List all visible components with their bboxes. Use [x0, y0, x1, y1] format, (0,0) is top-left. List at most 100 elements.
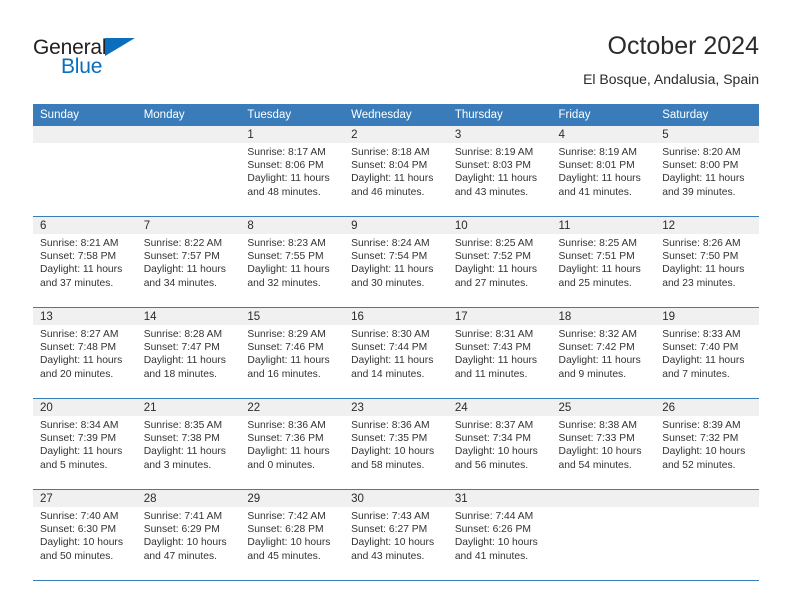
calendar-day-cell[interactable]: 29 Sunrise: 7:42 AM Sunset: 6:28 PM Dayligh… — [240, 489, 345, 581]
day-number: 3 — [447, 126, 552, 143]
day-number — [33, 126, 137, 143]
sunset-time: Sunset: 7:39 PM — [40, 433, 117, 445]
day-number: 29 — [240, 490, 345, 507]
day-number: 20 — [33, 399, 137, 416]
day-number: 31 — [447, 490, 552, 507]
day-number: 15 — [240, 308, 345, 325]
sunset-time: Sunset: 7:40 PM — [662, 342, 739, 354]
calendar-day-cell[interactable]: 15 Sunrise: 8:29 AM Sunset: 7:46 PM Dayligh… — [240, 307, 345, 399]
day-number: 5 — [655, 126, 759, 143]
calendar-day-cell[interactable]: 26 Sunrise: 8:39 AM Sunset: 7:32 PM Dayligh… — [655, 398, 759, 490]
sunrise-time: Sunrise: 8:28 AM — [143, 329, 223, 340]
sunset-time: Sunset: 6:28 PM — [247, 524, 324, 536]
daylight-duration-line2: and 41 minutes. — [558, 186, 632, 198]
calendar-day-cell[interactable]: 14 Sunrise: 8:28 AM Sunset: 7:47 PM Dayligh… — [136, 307, 241, 399]
sunset-time: Sunset: 8:01 PM — [558, 160, 635, 172]
daylight-duration-line1: Daylight: 10 hours — [454, 446, 538, 458]
daylight-duration-line1: Daylight: 11 hours — [351, 264, 434, 276]
sunrise-time: Sunrise: 8:36 AM — [247, 420, 326, 431]
sunset-time: Sunset: 7:51 PM — [558, 251, 635, 263]
calendar-day-cell[interactable]: 18 Sunrise: 8:32 AM Sunset: 7:42 PM Dayligh… — [551, 307, 656, 399]
day-number: 11 — [551, 217, 656, 234]
sunrise-time: Sunrise: 7:41 AM — [143, 511, 223, 522]
calendar-day-cell[interactable]: 16 Sunrise: 8:30 AM Sunset: 7:44 PM Dayligh… — [344, 307, 448, 399]
daylight-duration-line2: and 11 minutes. — [454, 368, 528, 380]
day-sun-info: Sunrise: 8:24 AM Sunset: 7:54 PM Daylight:… — [344, 234, 448, 290]
calendar-empty-cell — [655, 489, 759, 581]
day-number: 27 — [33, 490, 137, 507]
sunset-time: Sunset: 6:27 PM — [351, 524, 428, 536]
calendar-day-cell[interactable]: 10 Sunrise: 8:25 AM Sunset: 7:52 PM Dayligh… — [447, 216, 552, 308]
day-sun-info: Sunrise: 7:41 AM Sunset: 6:29 PM Daylight:… — [137, 507, 241, 563]
calendar-empty-cell — [33, 126, 137, 217]
day-number: 6 — [33, 217, 137, 234]
day-number: 18 — [551, 308, 656, 325]
calendar-day-cell[interactable]: 21 Sunrise: 8:35 AM Sunset: 7:38 PM Dayligh… — [136, 398, 241, 490]
sunset-time: Sunset: 8:06 PM — [247, 160, 324, 172]
sunset-time: Sunset: 7:32 PM — [662, 433, 739, 445]
calendar-day-cell[interactable]: 1 Sunrise: 8:17 AM Sunset: 8:06 PM Daylight… — [240, 126, 345, 217]
calendar-day-cell[interactable]: 9 Sunrise: 8:24 AM Sunset: 7:54 PM Daylight… — [344, 216, 448, 308]
sunrise-time: Sunrise: 8:39 AM — [662, 420, 741, 431]
sunset-time: Sunset: 6:30 PM — [40, 524, 117, 536]
calendar-day-cell[interactable]: 31 Sunrise: 7:44 AM Sunset: 6:26 PM Dayligh… — [447, 489, 552, 581]
calendar-day-cell[interactable]: 12 Sunrise: 8:26 AM Sunset: 7:50 PM Dayligh… — [655, 216, 759, 308]
calendar-day-cell[interactable]: 11 Sunrise: 8:25 AM Sunset: 7:51 PM Dayligh… — [551, 216, 656, 308]
calendar-week-row: 6 Sunrise: 8:21 AM Sunset: 7:58 PM Daylight… — [33, 216, 759, 308]
daylight-duration-line1: Daylight: 11 hours — [454, 264, 538, 276]
day-sun-info: Sunrise: 8:37 AM Sunset: 7:34 PM Daylight:… — [448, 416, 552, 472]
daylight-duration-line2: and 30 minutes. — [351, 277, 425, 289]
daylight-duration-line2: and 5 minutes. — [40, 459, 108, 471]
calendar-day-cell[interactable]: 30 Sunrise: 7:43 AM Sunset: 6:27 PM Dayligh… — [344, 489, 448, 581]
day-number: 2 — [344, 126, 448, 143]
weekday-header-friday: Friday — [551, 104, 656, 126]
calendar-week-row: 20 Sunrise: 8:34 AM Sunset: 7:39 PM Dayligh… — [33, 398, 759, 490]
daylight-duration-line2: and 43 minutes. — [351, 550, 425, 562]
day-sun-info: Sunrise: 8:18 AM Sunset: 8:04 PM Daylight:… — [344, 143, 448, 199]
brand-triangle-icon — [105, 38, 135, 56]
sunrise-time: Sunrise: 7:42 AM — [247, 511, 326, 522]
calendar-day-cell[interactable]: 24 Sunrise: 8:37 AM Sunset: 7:34 PM Dayligh… — [447, 398, 552, 490]
day-number: 30 — [344, 490, 448, 507]
day-number: 12 — [655, 217, 759, 234]
weekday-header-tuesday: Tuesday — [240, 104, 345, 126]
calendar-day-cell[interactable]: 13 Sunrise: 8:27 AM Sunset: 7:48 PM Dayligh… — [33, 307, 137, 399]
calendar-day-cell[interactable]: 28 Sunrise: 7:41 AM Sunset: 6:29 PM Dayligh… — [136, 489, 241, 581]
calendar-day-cell[interactable]: 23 Sunrise: 8:36 AM Sunset: 7:35 PM Dayligh… — [344, 398, 448, 490]
daylight-duration-line2: and 14 minutes. — [351, 368, 425, 380]
sunset-time: Sunset: 7:55 PM — [247, 251, 324, 263]
calendar-day-cell[interactable]: 3 Sunrise: 8:19 AM Sunset: 8:03 PM Daylight… — [447, 126, 552, 217]
day-number: 21 — [136, 399, 241, 416]
sunrise-time: Sunrise: 7:40 AM — [40, 511, 119, 522]
calendar-day-cell[interactable]: 22 Sunrise: 8:36 AM Sunset: 7:36 PM Dayligh… — [240, 398, 345, 490]
calendar-day-cell[interactable]: 2 Sunrise: 8:18 AM Sunset: 8:04 PM Daylight… — [344, 126, 448, 217]
calendar-empty-cell — [551, 489, 656, 581]
daylight-duration-line2: and 48 minutes. — [247, 186, 321, 198]
calendar-day-cell[interactable]: 20 Sunrise: 8:34 AM Sunset: 7:39 PM Dayligh… — [33, 398, 137, 490]
calendar-day-cell[interactable]: 19 Sunrise: 8:33 AM Sunset: 7:40 PM Dayligh… — [655, 307, 759, 399]
calendar-day-cell[interactable]: 27 Sunrise: 7:40 AM Sunset: 6:30 PM Dayligh… — [33, 489, 137, 581]
day-sun-info: Sunrise: 7:43 AM Sunset: 6:27 PM Daylight:… — [344, 507, 448, 563]
day-sun-info: Sunrise: 8:36 AM Sunset: 7:36 PM Daylight:… — [240, 416, 344, 472]
day-sun-info: Sunrise: 8:26 AM Sunset: 7:50 PM Daylight:… — [655, 234, 759, 290]
calendar-day-cell[interactable]: 6 Sunrise: 8:21 AM Sunset: 7:58 PM Daylight… — [33, 216, 137, 308]
sunset-time: Sunset: 7:50 PM — [662, 251, 739, 263]
brand-logo[interactable]: General Blue — [33, 36, 253, 88]
daylight-duration-line2: and 43 minutes. — [454, 186, 529, 198]
calendar-day-cell[interactable]: 5 Sunrise: 8:20 AM Sunset: 8:00 PM Daylight… — [655, 126, 759, 217]
day-number: 22 — [240, 399, 345, 416]
calendar-day-cell[interactable]: 25 Sunrise: 8:38 AM Sunset: 7:33 PM Dayligh… — [551, 398, 656, 490]
calendar-day-cell[interactable]: 7 Sunrise: 8:22 AM Sunset: 7:57 PM Daylight… — [136, 216, 241, 308]
daylight-duration-line2: and 52 minutes. — [662, 459, 736, 471]
sunrise-time: Sunrise: 8:36 AM — [351, 420, 430, 431]
sunset-time: Sunset: 7:48 PM — [40, 342, 117, 354]
day-sun-info: Sunrise: 8:35 AM Sunset: 7:38 PM Daylight:… — [137, 416, 241, 472]
daylight-duration-line2: and 7 minutes. — [662, 368, 730, 380]
weekday-header-monday: Monday — [136, 104, 241, 126]
daylight-duration-line1: Daylight: 11 hours — [558, 173, 641, 185]
calendar-day-cell[interactable]: 17 Sunrise: 8:31 AM Sunset: 7:43 PM Dayligh… — [447, 307, 552, 399]
calendar-day-cell[interactable]: 8 Sunrise: 8:23 AM Sunset: 7:55 PM Daylight… — [240, 216, 345, 308]
calendar-day-cell[interactable]: 4 Sunrise: 8:19 AM Sunset: 8:01 PM Daylight… — [551, 126, 656, 217]
daylight-duration-line2: and 25 minutes. — [558, 277, 632, 289]
daylight-duration-line1: Daylight: 11 hours — [143, 264, 226, 276]
